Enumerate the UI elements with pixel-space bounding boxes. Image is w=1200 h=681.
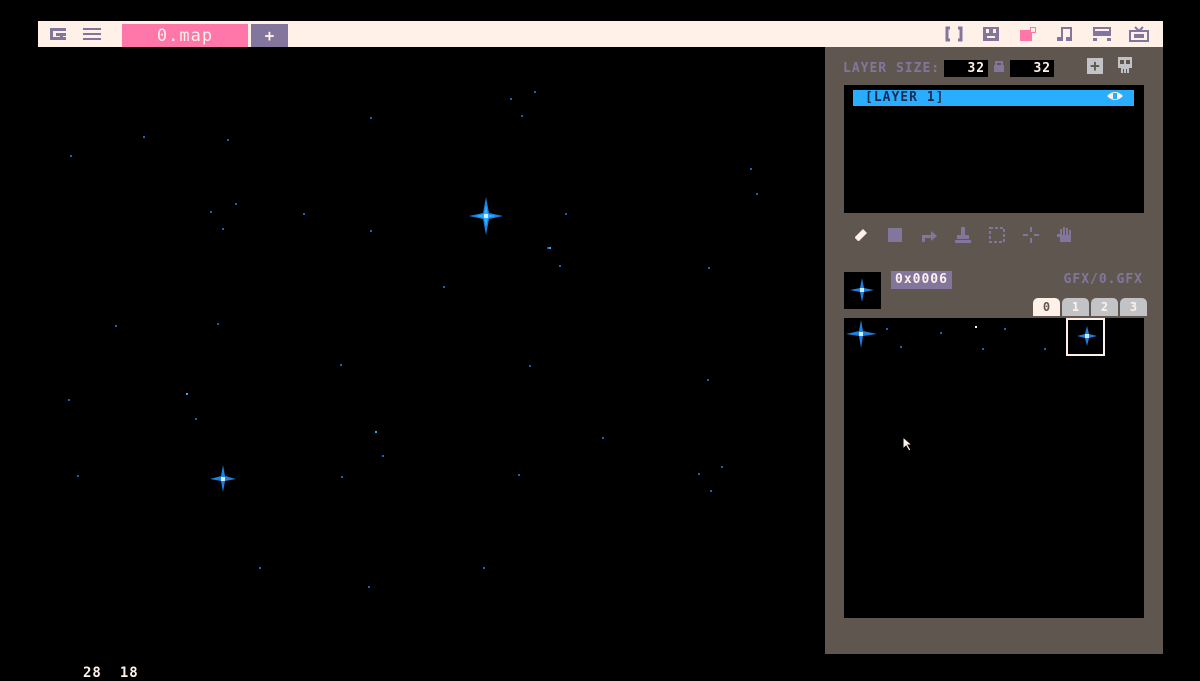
layer-size-row: LAYER SIZE: 32 32	[843, 59, 1055, 77]
bank-tabs: 0 1 2 3	[1033, 298, 1147, 316]
sprite-tiles	[846, 320, 1097, 350]
editor-switcher	[944, 24, 1149, 44]
selected-tile-preview	[844, 272, 881, 309]
layer-name: [LAYER 1]	[865, 90, 945, 105]
pencil-icon[interactable]	[851, 225, 871, 245]
tab-map-file[interactable]: 0.map	[122, 24, 248, 47]
layer-row[interactable]: [LAYER 1]	[853, 90, 1134, 106]
bank-tab-0[interactable]: 0	[1033, 298, 1060, 316]
menu-icon[interactable]	[82, 24, 102, 44]
cursor-readout: 28 18	[83, 665, 139, 681]
small-star	[210, 465, 236, 492]
bank-tab-2[interactable]: 2	[1091, 298, 1118, 316]
sprite-sheet[interactable]	[844, 318, 1144, 618]
eye-icon[interactable]	[1106, 90, 1124, 107]
top-bar: 0.map +	[38, 21, 1163, 47]
fill-rect-icon[interactable]	[885, 225, 905, 245]
bank-tab-3[interactable]: 3	[1120, 298, 1147, 316]
layer-size-label: LAYER SIZE:	[843, 60, 941, 76]
cursor-y: 18	[119, 665, 139, 681]
code-icon[interactable]	[944, 24, 964, 44]
layer-list: [LAYER 1]	[844, 85, 1144, 213]
hand-icon[interactable]	[1055, 225, 1075, 245]
gfx-file-label[interactable]: GFX/0.GFX	[1064, 272, 1143, 287]
starfield	[68, 91, 758, 588]
cursor-x: 28	[83, 665, 102, 681]
logo-icon[interactable]	[48, 24, 68, 44]
map-canvas[interactable]: 28 18	[0, 47, 825, 681]
stamp-arrow-icon[interactable]	[919, 225, 939, 245]
sprite-editor-icon[interactable]	[981, 24, 1001, 44]
map-editor-icon[interactable]	[1018, 24, 1038, 44]
tool-bar	[851, 225, 1075, 245]
bank-tab-1[interactable]: 1	[1062, 298, 1089, 316]
add-tab-button[interactable]: +	[251, 24, 288, 47]
tile-selection-box	[1066, 318, 1105, 356]
map-editor-panel: LAYER SIZE: 32 32 + [LAYER 1] 0x0006 GFX…	[825, 47, 1163, 654]
add-layer-button[interactable]: +	[1087, 58, 1103, 74]
mouse-pointer-icon	[902, 435, 914, 456]
tile-id: 0x0006	[891, 271, 952, 289]
pan-icon[interactable]	[1021, 225, 1041, 245]
large-star	[469, 197, 503, 235]
sfx-icon[interactable]	[1092, 24, 1112, 44]
top-bar-left	[48, 24, 102, 44]
delete-layer-icon[interactable]	[1115, 56, 1135, 76]
lock-icon[interactable]	[992, 59, 1006, 77]
run-icon[interactable]	[1129, 24, 1149, 44]
layer-height-field[interactable]: 32	[1010, 59, 1055, 77]
select-icon[interactable]	[987, 225, 1007, 245]
layer-width-field[interactable]: 32	[944, 59, 989, 77]
stamp-icon[interactable]	[953, 225, 973, 245]
music-icon[interactable]	[1055, 24, 1075, 44]
